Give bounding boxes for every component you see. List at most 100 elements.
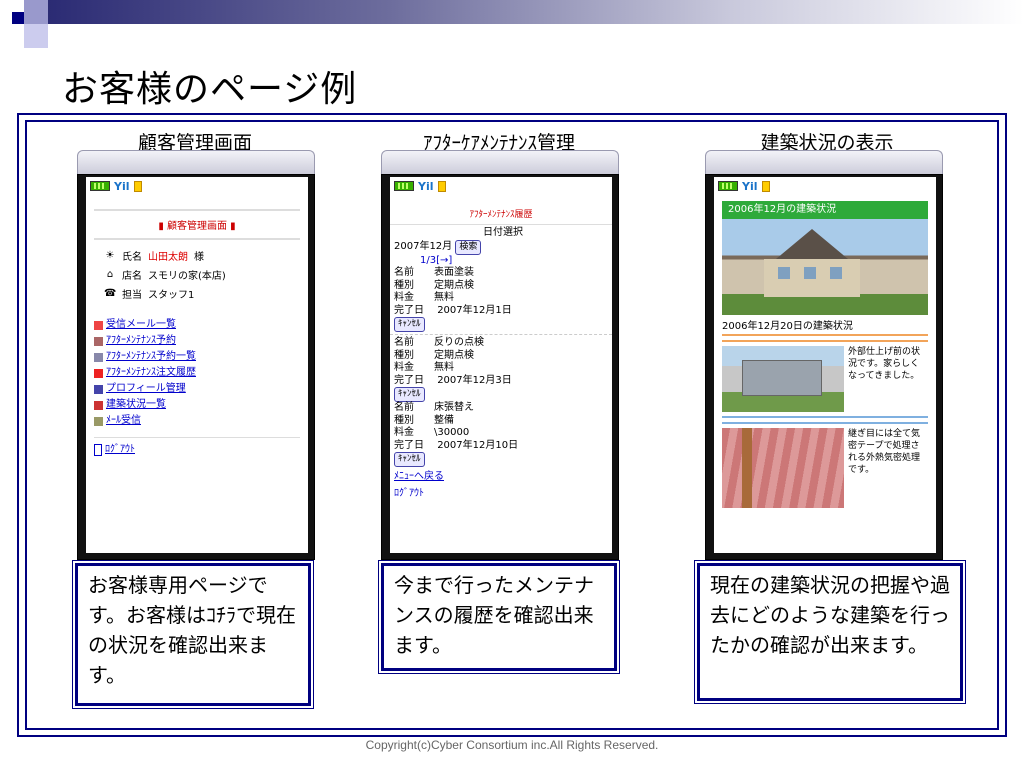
copyright: Copyright(c)Cyber Consortium inc.All Rig… <box>365 738 659 752</box>
divider <box>722 416 928 418</box>
photo-caption: 2006年12月20日の建築状況 <box>722 317 928 336</box>
menu-item-maintenance-reserve[interactable]: ｱﾌﾀｰﾒﾝﾃﾅﾝｽ予約 <box>94 333 300 349</box>
date-select-label: 日付選択 <box>483 227 523 238</box>
name-label: 名前 <box>394 337 414 348</box>
record-name: 床張替え <box>434 402 474 413</box>
back-to-menu-link[interactable]: ﾒﾆｭｰへ戻る <box>394 471 444 482</box>
menu-item-reserve-list[interactable]: ｱﾌﾀｰﾒﾝﾃﾅﾝｽ予約一覧 <box>94 349 300 365</box>
phone-cap <box>705 150 943 176</box>
status-bar: Yil <box>86 177 308 195</box>
record-type: 定期点検 <box>434 349 474 361</box>
done-label: 完了日 <box>394 374 424 386</box>
header-label: 顧客管理画面 <box>167 221 227 232</box>
type-label: 種別 <box>394 279 414 291</box>
record-done: 2007年12月3日 <box>437 374 512 386</box>
info-staff: ☎ 担当 スタッフ1 <box>86 284 308 303</box>
mail-icon <box>133 180 142 192</box>
record-fee: 無料 <box>434 292 454 303</box>
record-1: 名前 表面塗装 種別 定期点検 料金 無料 完了日 2007年12月1日 ｷｬﾝ… <box>390 267 612 332</box>
phone-screen: Yil ▮ 顧客管理画面 ▮ ☀ 氏名 山田太朗 様 ⌂ 店名 スモリの家(本店… <box>86 177 308 553</box>
menu-item-construction-list[interactable]: 建築状況一覧 <box>94 397 300 413</box>
status-bar: Yil <box>714 177 936 195</box>
cancel-button[interactable]: ｷｬﾝｾﾙ <box>394 387 425 402</box>
profile-icon <box>94 384 103 394</box>
name-label: 名前 <box>394 267 414 278</box>
pager[interactable]: 1/3[→] <box>390 255 612 268</box>
deco-square <box>24 24 48 48</box>
record-2: 名前 反りの点検 種別 定期点検 料金 無料 完了日 2007年12月3日 ｷｬ… <box>390 337 612 402</box>
menu-item-received-mail[interactable]: 受信メール一覧 <box>94 317 300 333</box>
gradient-bar <box>48 0 1024 24</box>
status-entry-1: 外部仕上げ前の状況です。家らしくなってきました。 <box>722 346 928 412</box>
staff-value: スタッフ1 <box>148 290 195 301</box>
deco-square <box>24 0 48 24</box>
staff-label: 担当 <box>122 290 142 301</box>
fee-label: 料金 <box>394 427 414 438</box>
fee-label: 料金 <box>394 292 414 303</box>
logout-link[interactable]: ﾛｸﾞｱｳﾄ <box>105 442 135 458</box>
name-label: 氏名 <box>122 252 142 263</box>
title-decoration <box>0 0 1024 48</box>
phone-cap <box>77 150 315 176</box>
menu-item-order-history[interactable]: ｱﾌﾀｰﾒﾝﾃﾅﾝｽ注文履歴 <box>94 365 300 381</box>
flag-icon <box>94 368 103 378</box>
status-text-1: 外部仕上げ前の状況です。家らしくなってきました。 <box>848 347 921 381</box>
phone-customer: Yil ▮ 顧客管理画面 ▮ ☀ 氏名 山田太朗 様 ⌂ 店名 スモリの家(本店… <box>77 150 315 560</box>
search-button[interactable]: 検索 <box>455 239 482 255</box>
cancel-button[interactable]: ｷｬﾝｾﾙ <box>394 317 425 332</box>
phone-icon: ☎ <box>104 288 117 299</box>
note-customer: お客様専用ページです。お客様はｺﾁﾗで現在の状況を確認出来ます。 <box>72 560 314 709</box>
record-3: 名前 床張替え 種別 整備 料金 \30000 完了日 2007年12月10日 … <box>390 402 612 467</box>
record-name: 表面塗装 <box>434 267 474 278</box>
info-store: ⌂ 店名 スモリの家(本店) <box>86 265 308 284</box>
phone-screen: Yil 2006年12月の建築状況 2006年12月20日の建築状況 外部仕上げ… <box>714 177 936 553</box>
house-photo <box>722 219 928 315</box>
logout-icon <box>94 444 102 456</box>
cancel-button[interactable]: ｷｬﾝｾﾙ <box>394 452 425 467</box>
phone-body: Yil 2006年12月の建築状況 2006年12月20日の建築状況 外部仕上げ… <box>705 174 943 560</box>
status-entry-2: 継ぎ目には全て気密テープで処理される外熱気密処理です。 <box>722 428 928 508</box>
phone-cap <box>381 150 619 176</box>
name-suffix: 様 <box>194 252 204 263</box>
phone-maintenance: Yil ｱﾌﾀｰﾒﾝﾃﾅﾝｽ履歴 日付選択 2007年12月 検索 1/3[→]… <box>381 150 619 560</box>
phone-small-icon: ▮ <box>158 221 167 232</box>
house-icon: ⌂ <box>106 269 114 280</box>
slide-title: お客様のページ例 <box>62 69 358 110</box>
phone-small-icon: ▮ <box>227 221 236 232</box>
record-fee: 無料 <box>434 362 454 373</box>
logout-row[interactable]: ﾛｸﾞｱｳﾄ <box>86 438 308 458</box>
mail-icon <box>94 320 103 330</box>
screen-title: ｱﾌﾀｰﾒﾝﾃﾅﾝｽ履歴 <box>390 207 612 225</box>
menu-item-profile[interactable]: プロフィール管理 <box>94 381 300 397</box>
envelope-icon <box>94 416 103 426</box>
type-label: 種別 <box>394 349 414 361</box>
note-construction: 現在の建築状況の把握や過去にどのような建築を行ったかの確認が出来ます。 <box>694 560 966 704</box>
record-type: 定期点検 <box>434 279 474 291</box>
month-header: 2006年12月の建築状況 <box>722 201 928 219</box>
menu-item-mail-receive[interactable]: ﾒｰﾙ受信 <box>94 413 300 429</box>
record-done: 2007年12月1日 <box>437 304 512 316</box>
phone-screen: Yil ｱﾌﾀｰﾒﾝﾃﾅﾝｽ履歴 日付選択 2007年12月 検索 1/3[→]… <box>390 177 612 553</box>
store-label: 店名 <box>122 271 142 282</box>
menu-list: 受信メール一覧 ｱﾌﾀｰﾒﾝﾃﾅﾝｽ予約 ｱﾌﾀｰﾒﾝﾃﾅﾝｽ予約一覧 ｱﾌﾀｰ… <box>86 311 308 429</box>
mail-icon <box>761 180 770 192</box>
record-type: 整備 <box>434 414 454 426</box>
screen-header: ▮ 顧客管理画面 ▮ <box>94 209 300 240</box>
note-maintenance: 今まで行ったメンテナンスの履歴を確認出来ます。 <box>378 560 620 674</box>
person-icon: ☀ <box>105 250 115 261</box>
signal-icon: Yil <box>418 179 434 193</box>
store-value: スモリの家(本店) <box>148 271 226 282</box>
battery-icon <box>394 181 414 191</box>
battery-icon <box>90 181 110 191</box>
divider <box>722 422 928 424</box>
divider <box>722 340 928 342</box>
record-done: 2007年12月10日 <box>437 439 519 451</box>
date-value[interactable]: 2007年12月 <box>394 241 452 252</box>
done-label: 完了日 <box>394 439 424 451</box>
record-fee: \30000 <box>434 427 470 438</box>
logout-link[interactable]: ﾛｸﾞｱｳﾄ <box>394 488 424 499</box>
signal-icon: Yil <box>114 179 130 193</box>
status-bar: Yil <box>390 177 612 195</box>
signal-icon: Yil <box>742 179 758 193</box>
calendar-icon <box>94 336 103 346</box>
